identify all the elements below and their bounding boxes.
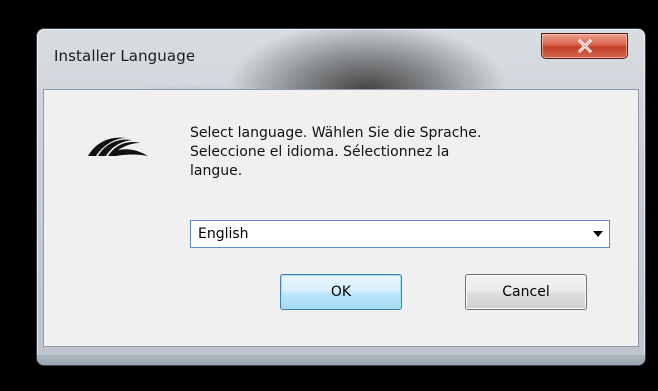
chevron-down-icon[interactable] xyxy=(593,231,603,237)
language-select-value: English xyxy=(198,226,249,242)
language-prompt-text: Select language. Wählen Sie die Sprache.… xyxy=(190,125,482,179)
screen: Installer Language Select language. Wähl… xyxy=(0,0,658,391)
installer-logo-icon xyxy=(88,137,148,156)
cancel-button[interactable]: Cancel xyxy=(465,274,587,310)
dialog-body: Select language. Wählen Sie die Sprache.… xyxy=(43,89,639,347)
window-title: Installer Language xyxy=(54,47,196,65)
language-select[interactable]: English xyxy=(190,220,610,248)
close-icon xyxy=(577,39,592,53)
window-bottom-frame xyxy=(37,355,645,365)
installer-language-window: Installer Language Select language. Wähl… xyxy=(36,28,646,366)
close-button[interactable] xyxy=(541,33,628,59)
ok-button[interactable]: OK xyxy=(280,274,402,310)
